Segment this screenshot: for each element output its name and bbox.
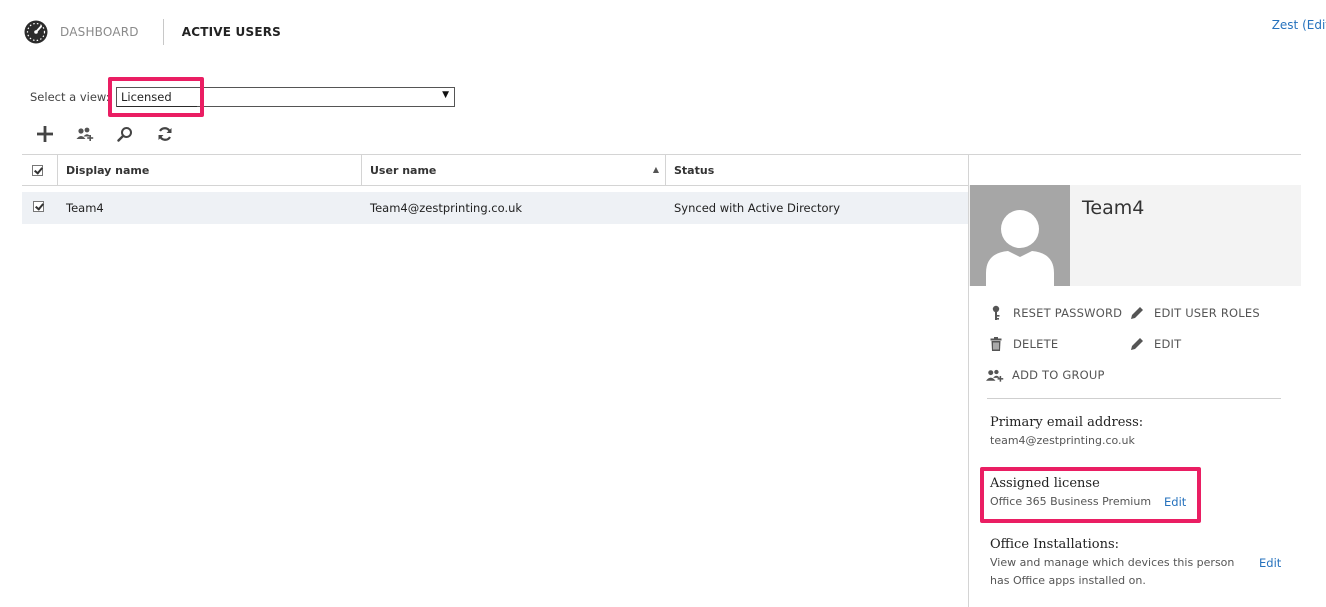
- top-nav: DASHBOARD ACTIVE USERS: [24, 18, 281, 46]
- trash-icon: [987, 336, 1005, 352]
- dropdown-arrow-icon[interactable]: ▼: [442, 90, 449, 100]
- nav-dashboard-link[interactable]: DASHBOARD: [60, 25, 139, 39]
- add-to-group-action[interactable]: ADD TO GROUP: [986, 367, 1105, 383]
- nav-active-users[interactable]: ACTIVE USERS: [182, 25, 281, 39]
- column-header-user-name[interactable]: User name ▲: [362, 154, 666, 186]
- office-installations-title: Office Installations:: [990, 537, 1120, 552]
- office-installations-line-1: View and manage which devices this perso…: [990, 556, 1235, 569]
- reset-password-action[interactable]: RESET PASSWORD: [987, 305, 1122, 321]
- refresh-button[interactable]: [154, 123, 176, 145]
- select-all-cell: [22, 154, 58, 186]
- key-icon: [987, 305, 1005, 321]
- dashboard-gauge-icon[interactable]: [24, 20, 48, 44]
- row-select-cell: [22, 201, 58, 215]
- bulk-add-users-icon: [76, 127, 94, 141]
- search-icon: [117, 127, 132, 142]
- avatar: [970, 185, 1070, 286]
- table-row[interactable]: Team4 Team4@zestprinting.co.uk Synced wi…: [22, 192, 968, 224]
- sort-ascending-icon: ▲: [652, 165, 659, 174]
- column-header-user-name-label: User name: [370, 163, 437, 177]
- view-selector-row: Select a view: Licensed ▼: [30, 86, 455, 108]
- primary-email-title: Primary email address:: [990, 415, 1144, 430]
- pencil-icon: [1128, 336, 1146, 352]
- users-table: Display name User name ▲ Status Team4 Te…: [22, 154, 968, 224]
- pencil-icon: [1128, 305, 1146, 321]
- cell-status: Synced with Active Directory: [674, 201, 841, 215]
- pane-top-border: [969, 154, 1301, 155]
- add-user-button[interactable]: [34, 123, 56, 145]
- user-account-link[interactable]: Zest (Edit: [1272, 18, 1326, 32]
- delete-label: DELETE: [1013, 337, 1059, 351]
- nav-divider: [162, 19, 164, 45]
- refresh-icon: [158, 127, 172, 141]
- default-person-icon: [986, 210, 1054, 286]
- edit-label: EDIT: [1154, 337, 1182, 351]
- cell-user-name: Team4@zestprinting.co.uk: [370, 201, 523, 215]
- user-details-pane: Team4 RESET PASSWORD EDIT USER ROLES DEL…: [968, 154, 1301, 607]
- toolbar: [34, 123, 194, 145]
- primary-email-value: team4@zestprinting.co.uk: [990, 434, 1135, 447]
- reset-password-label: RESET PASSWORD: [1013, 306, 1123, 320]
- table-header: Display name User name ▲ Status: [22, 154, 968, 186]
- add-to-group-label: ADD TO GROUP: [1012, 368, 1105, 382]
- search-button[interactable]: [114, 123, 136, 145]
- cell-display-name: Team4: [66, 201, 104, 215]
- delete-action[interactable]: DELETE: [987, 336, 1058, 352]
- column-header-status[interactable]: Status: [666, 154, 968, 186]
- pane-user-name: Team4: [1082, 197, 1145, 219]
- pane-header: Team4: [969, 185, 1301, 286]
- add-icon: [37, 126, 53, 142]
- pane-divider: [987, 398, 1281, 399]
- edit-user-roles-action[interactable]: EDIT USER ROLES: [1128, 305, 1260, 321]
- view-label: Select a view:: [30, 90, 110, 104]
- bulk-add-users-button[interactable]: [74, 123, 96, 145]
- installations-edit-link[interactable]: Edit: [1259, 556, 1281, 570]
- edit-user-roles-label: EDIT USER ROLES: [1154, 306, 1260, 320]
- highlight-view-select: [108, 77, 204, 117]
- row-checkbox[interactable]: [33, 201, 44, 212]
- column-header-display-name[interactable]: Display name: [58, 154, 362, 186]
- highlight-assigned-license: [980, 467, 1201, 523]
- edit-action[interactable]: EDIT: [1128, 336, 1181, 352]
- add-group-icon: [986, 367, 1004, 383]
- office-installations-line-2: has Office apps installed on.: [990, 574, 1146, 587]
- select-all-checkbox[interactable]: [32, 164, 43, 176]
